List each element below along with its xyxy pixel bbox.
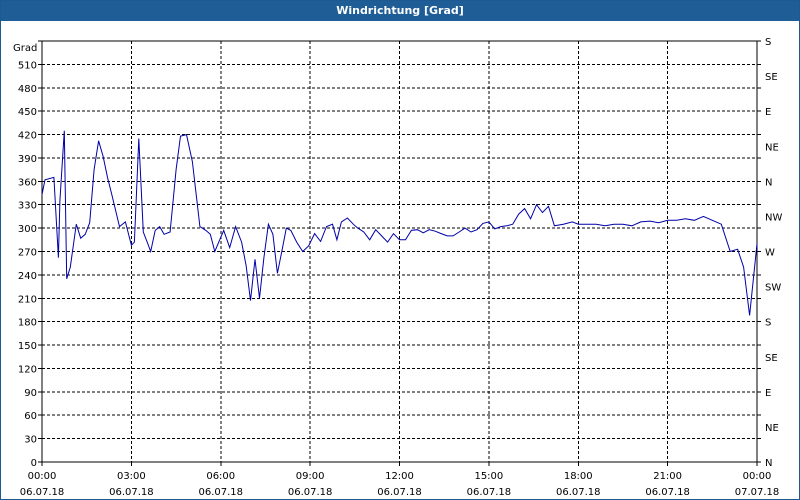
- line-chart: 0 30 60 90 120 150 180 210 240 270 300 330 360 390 420…: [13, 37, 782, 498]
- y-tick-label: 480: [18, 84, 37, 95]
- right-axis-label: W: [765, 248, 775, 259]
- y-tick-label: 60: [24, 411, 37, 422]
- x-tick-label-date: 06.07.18: [556, 487, 601, 498]
- x-tick-label-time: 00:00: [743, 471, 772, 482]
- right-axis-label: NW: [765, 212, 782, 223]
- x-tick-label-date: 06.07.18: [288, 487, 333, 498]
- right-axis-label: SE: [765, 353, 778, 364]
- y-tick-label: 240: [18, 271, 37, 282]
- right-axis-label: SE: [765, 72, 778, 83]
- y-tick-label: 390: [18, 154, 37, 165]
- y-tick-label: 150: [18, 341, 37, 352]
- y-tick-label: 420: [18, 131, 37, 142]
- chart-window: Windrichtung [Grad] 0 30 60 90 120 150 180 210 2…: [0, 0, 800, 500]
- right-axis-label: N: [765, 458, 772, 469]
- y-tick-label: 450: [18, 107, 37, 118]
- x-tick-label-time: 21:00: [653, 471, 682, 482]
- y-tick-label: 360: [18, 177, 37, 188]
- x-tick-label-time: 09:00: [296, 471, 325, 482]
- y-tick-label: 120: [18, 364, 37, 375]
- right-axis-label: S: [765, 37, 771, 48]
- x-tick-label-time: 03:00: [117, 471, 146, 482]
- x-tick-label-date: 06.07.18: [645, 487, 690, 498]
- chart-grid: [42, 41, 757, 462]
- x-tick-label-date: 06.07.18: [198, 487, 243, 498]
- window-title: Windrichtung [Grad]: [1, 1, 799, 21]
- right-axis-label: NE: [765, 423, 779, 434]
- y-axis-labels: 0 30 60 90 120 150 180 210 240 270 300 330 360 390 420…: [18, 60, 37, 469]
- x-tick-label-time: 18:00: [564, 471, 593, 482]
- y-tick-label: 0: [31, 458, 37, 469]
- right-axis-labels: N NE E SE S SW W NW N NE E SE S: [765, 37, 782, 469]
- y-tick-label: 180: [18, 318, 37, 329]
- y-axis-unit-label: Grad: [13, 43, 37, 54]
- right-axis-label: E: [765, 388, 771, 399]
- x-tick-label-date: 06.07.18: [109, 487, 154, 498]
- x-tick-label-date: 06.07.18: [20, 487, 65, 498]
- x-tick-label-date: 06.07.18: [467, 487, 512, 498]
- y-tick-label: 330: [18, 201, 37, 212]
- x-tick-label-time: 00:00: [28, 471, 57, 482]
- x-tick-label-time: 12:00: [385, 471, 414, 482]
- right-axis-label: NE: [765, 142, 779, 153]
- x-tick-label-time: 15:00: [474, 471, 503, 482]
- y-tick-label: 90: [24, 388, 37, 399]
- y-tick-label: 30: [24, 435, 37, 446]
- right-axis-label: SW: [765, 283, 781, 294]
- x-tick-label-date: 06.07.18: [377, 487, 422, 498]
- x-axis-labels: 00:00 06.07.18 03:00 06.07.18 06:00 06.07.18 0…: [20, 471, 780, 498]
- y-tick-label: 270: [18, 248, 37, 259]
- x-tick-label-date: 07.07.18: [735, 487, 780, 498]
- y-tick-label: 510: [18, 60, 37, 71]
- right-axis-label: S: [765, 318, 771, 329]
- x-tick-label-time: 06:00: [206, 471, 235, 482]
- right-axis-label: N: [765, 177, 772, 188]
- y-tick-label: 210: [18, 294, 37, 305]
- y-tick-label: 300: [18, 224, 37, 235]
- right-axis-label: E: [765, 107, 771, 118]
